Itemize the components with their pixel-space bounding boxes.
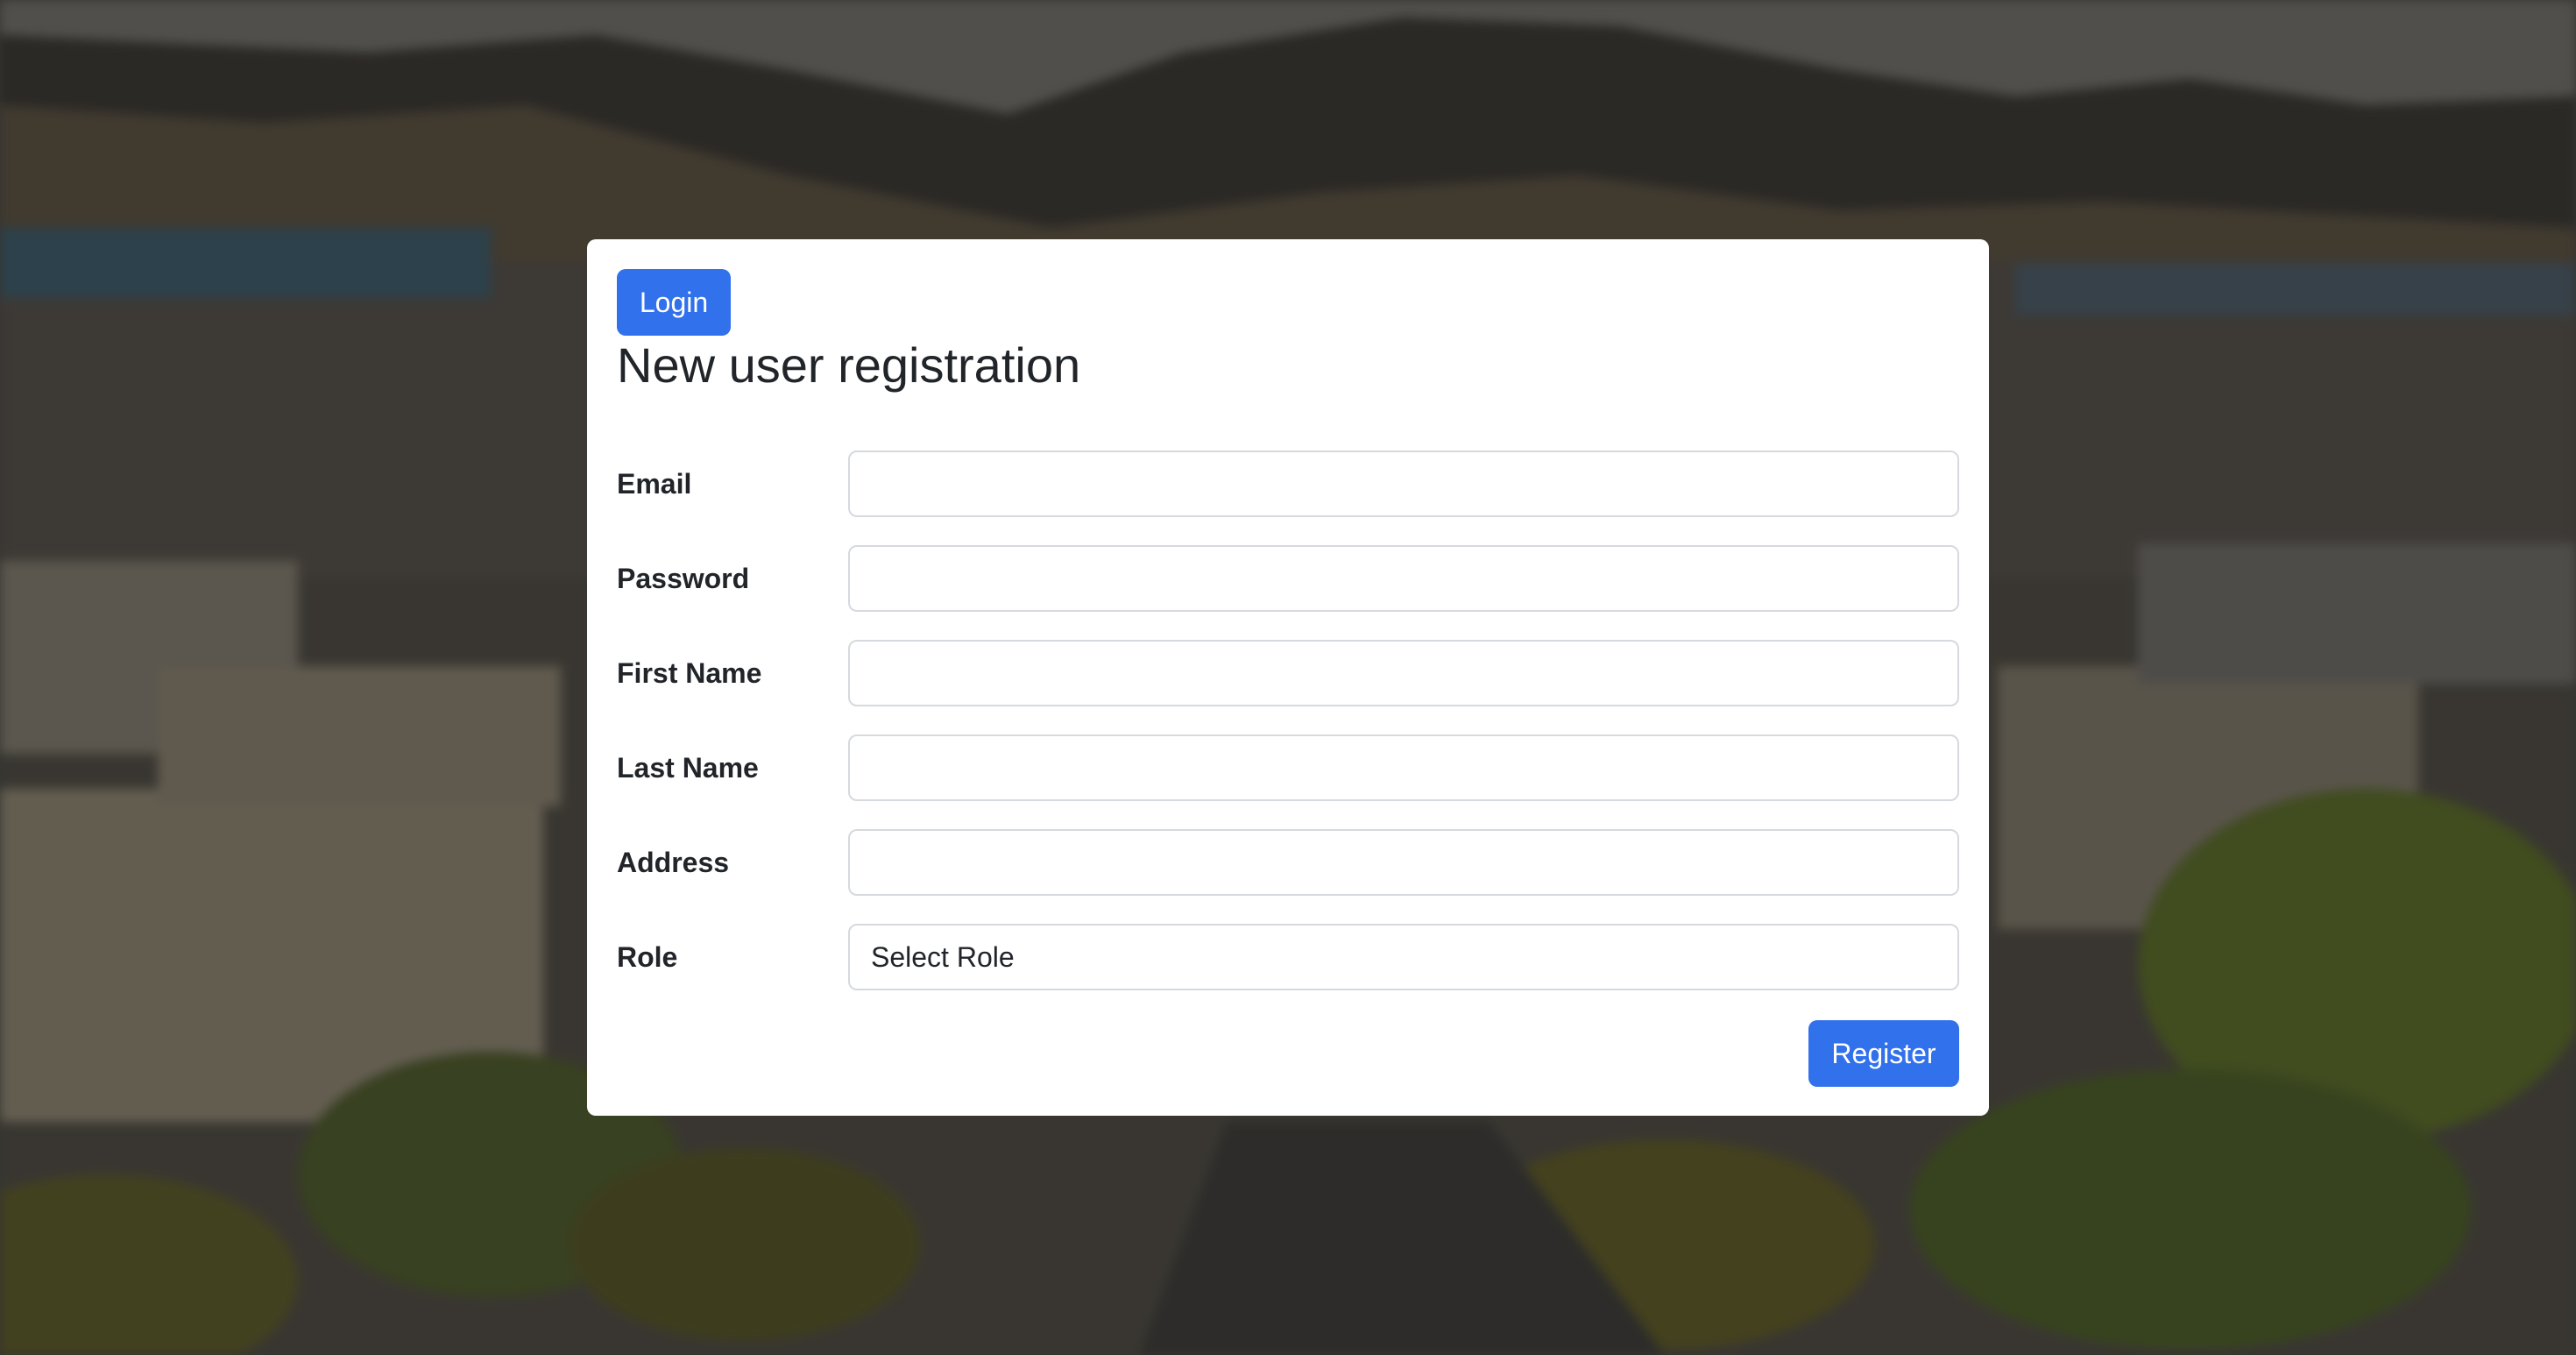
first-name-label: First Name [617, 657, 762, 689]
first-name-row: First Name [617, 640, 1959, 706]
registration-card: Login New user registration Email Passwo… [587, 239, 1989, 1116]
address-row: Address [617, 829, 1959, 896]
address-field[interactable] [848, 829, 1959, 896]
email-row: Email [617, 450, 1959, 517]
password-row: Password [617, 545, 1959, 612]
page-title: New user registration [617, 337, 1081, 393]
address-label: Address [617, 847, 730, 878]
password-field[interactable] [848, 545, 1959, 612]
last-name-field[interactable] [848, 734, 1959, 801]
role-row: Role Select Role [617, 924, 1959, 990]
role-label: Role [617, 941, 678, 973]
first-name-field[interactable] [848, 640, 1959, 706]
login-button[interactable]: Login [617, 269, 731, 336]
email-field[interactable] [848, 450, 1959, 517]
email-label: Email [617, 468, 692, 500]
role-select[interactable]: Select Role [848, 924, 1959, 990]
last-name-label: Last Name [617, 752, 759, 784]
register-button[interactable]: Register [1808, 1020, 1959, 1087]
password-label: Password [617, 563, 750, 594]
last-name-row: Last Name [617, 734, 1959, 801]
